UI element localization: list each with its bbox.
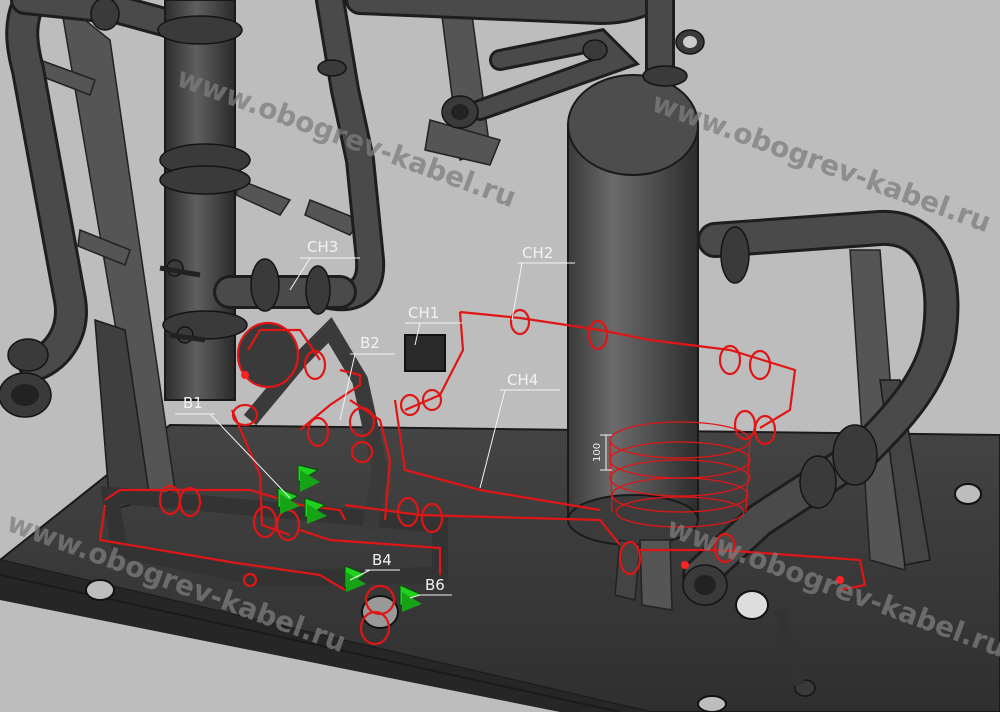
svg-text:100: 100 [592, 443, 603, 462]
svg-text:CH2: CH2 [522, 244, 553, 262]
ch3-pipe-section [213, 258, 357, 315]
drawing-canvas: CH3 CH2 CH1 B2 CH4 B1 B4 B6 100 www.obog… [0, 0, 1000, 712]
svg-text:CH4: CH4 [507, 371, 538, 389]
svg-text:B2: B2 [360, 334, 380, 352]
svg-text:B4: B4 [372, 551, 392, 569]
svg-text:B6: B6 [425, 576, 445, 594]
svg-text:CH1: CH1 [408, 304, 439, 322]
left-column [157, 0, 251, 401]
ch1-actuator [404, 334, 446, 372]
piping-3d-drawing: CH3 CH2 CH1 B2 CH4 B1 B4 B6 100 www.obog… [0, 0, 1000, 712]
svg-text:CH3: CH3 [307, 238, 338, 256]
callout-ch2: CH2 [511, 244, 575, 321]
svg-text:B1: B1 [183, 394, 203, 412]
